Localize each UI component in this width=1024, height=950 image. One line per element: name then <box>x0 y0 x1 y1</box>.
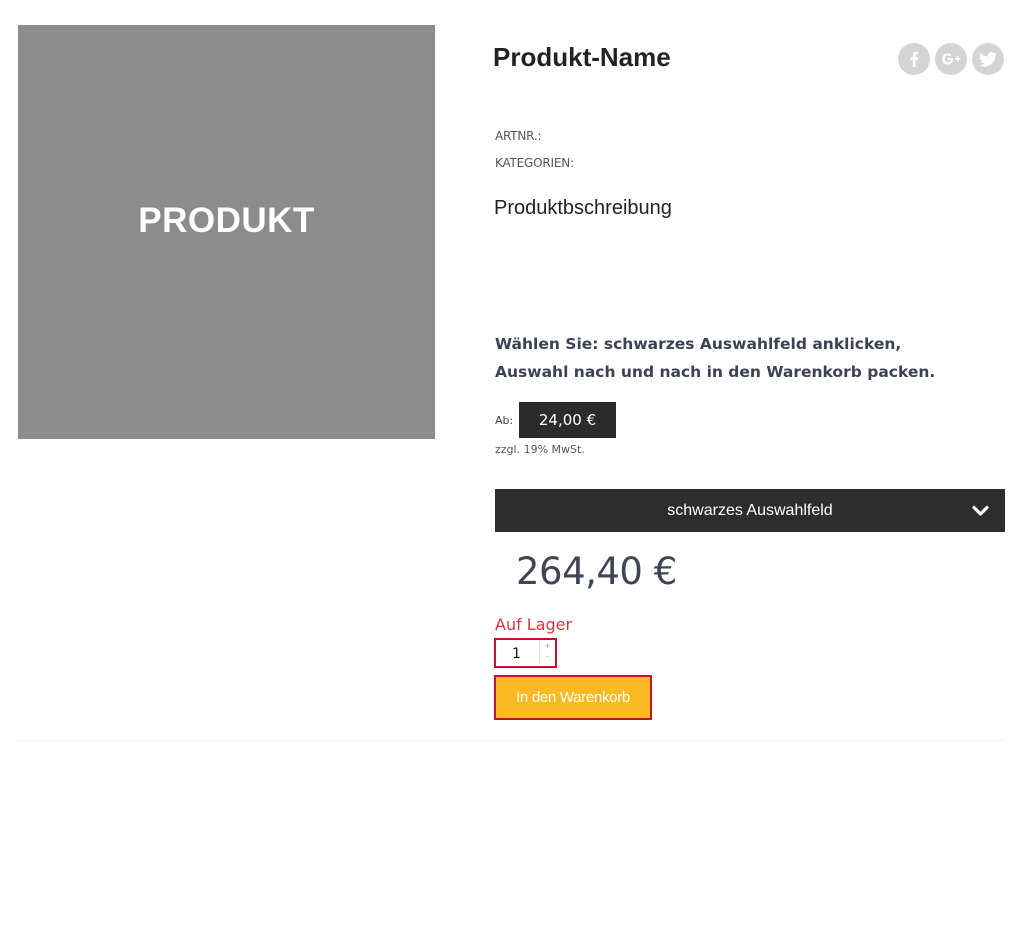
facebook-icon[interactable] <box>898 43 930 75</box>
social-share <box>898 43 1004 75</box>
product-image-label: PRODUKT <box>138 201 315 240</box>
selection-instructions: Wählen Sie: schwarzes Auswahlfeld anklic… <box>495 330 975 386</box>
product-page: PRODUKT Produkt-Name ARTNR.: KATEGORIEN:… <box>0 0 1024 950</box>
from-price: 24,00 € <box>519 402 616 438</box>
product-title: Produkt-Name <box>493 42 671 72</box>
vat-note: zzgl. 19% MwSt. <box>495 443 585 456</box>
instruction-line: Wählen Sie: schwarzes Auswahlfeld anklic… <box>495 335 902 353</box>
chevron-down-icon <box>972 505 989 516</box>
option-select[interactable]: schwarzes Auswahlfeld <box>495 489 1005 532</box>
artnr-label: ARTNR.: <box>495 129 542 143</box>
quantity-arrows: + - <box>539 641 555 663</box>
quantity-input[interactable] <box>496 640 539 666</box>
product-description: Produktbschreibung <box>494 197 672 219</box>
quantity-decrement[interactable]: - <box>546 651 549 661</box>
total-price: 264,40 € <box>516 550 677 593</box>
instruction-line: Auswahl nach und nach in den Warenkorb p… <box>495 363 936 381</box>
google-plus-icon[interactable] <box>935 43 967 75</box>
quantity-increment[interactable]: + <box>545 641 550 651</box>
quantity-stepper: + - <box>494 638 557 668</box>
add-to-cart-button[interactable]: In den Warenkorb <box>494 675 652 720</box>
product-image[interactable]: PRODUKT <box>18 25 435 439</box>
option-select-label: schwarzes Auswahlfeld <box>667 501 833 519</box>
twitter-icon[interactable] <box>972 43 1004 75</box>
divider <box>18 740 1005 741</box>
stock-status: Auf Lager <box>495 615 573 634</box>
from-price-label: Ab: <box>495 414 514 427</box>
categories-label: KATEGORIEN: <box>495 156 574 170</box>
